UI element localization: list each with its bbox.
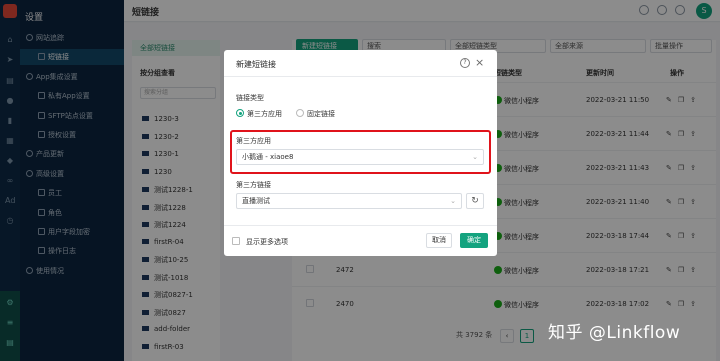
radio-checked-icon [236,109,244,117]
watermark: 知乎 @Linkflow [548,323,681,343]
third-link-value: 直播测试 [242,197,270,205]
cancel-button[interactable]: 取消 [426,233,452,248]
help-circle-icon[interactable]: ? [460,58,470,68]
radio-third-party-label: 第三方应用 [247,110,282,118]
radio-fixed-label: 固定链接 [307,110,335,118]
confirm-button[interactable]: 确定 [460,233,488,248]
radio-third-party[interactable]: 第三方应用 [236,109,282,119]
chevron-down-icon: ⌄ [450,197,456,205]
third-app-label: 第三方应用 [236,137,271,145]
radio-unchecked-icon [296,109,304,117]
close-icon[interactable]: × [475,56,484,69]
divider [224,76,497,77]
refresh-icon[interactable]: ↻ [466,193,484,209]
third-app-select[interactable]: 小鹅通 - xiaoe8 ⌄ [236,149,484,165]
link-type-label: 链接类型 [236,94,264,102]
radio-fixed-link[interactable]: 固定链接 [296,109,335,119]
dialog-title: 新建短链接 [236,60,276,69]
show-more-label: 显示更多选项 [246,238,288,246]
third-link-select[interactable]: 直播测试 ⌄ [236,193,462,209]
divider [224,225,497,226]
show-more-checkbox[interactable] [232,237,240,245]
chevron-down-icon: ⌄ [472,153,478,161]
third-app-value: 小鹅通 - xiaoe8 [242,153,294,161]
third-link-label: 第三方链接 [236,181,271,189]
new-link-dialog: 新建短链接 ? × 链接类型 第三方应用 固定链接 第三方应用 小鹅通 - xi… [224,50,497,256]
